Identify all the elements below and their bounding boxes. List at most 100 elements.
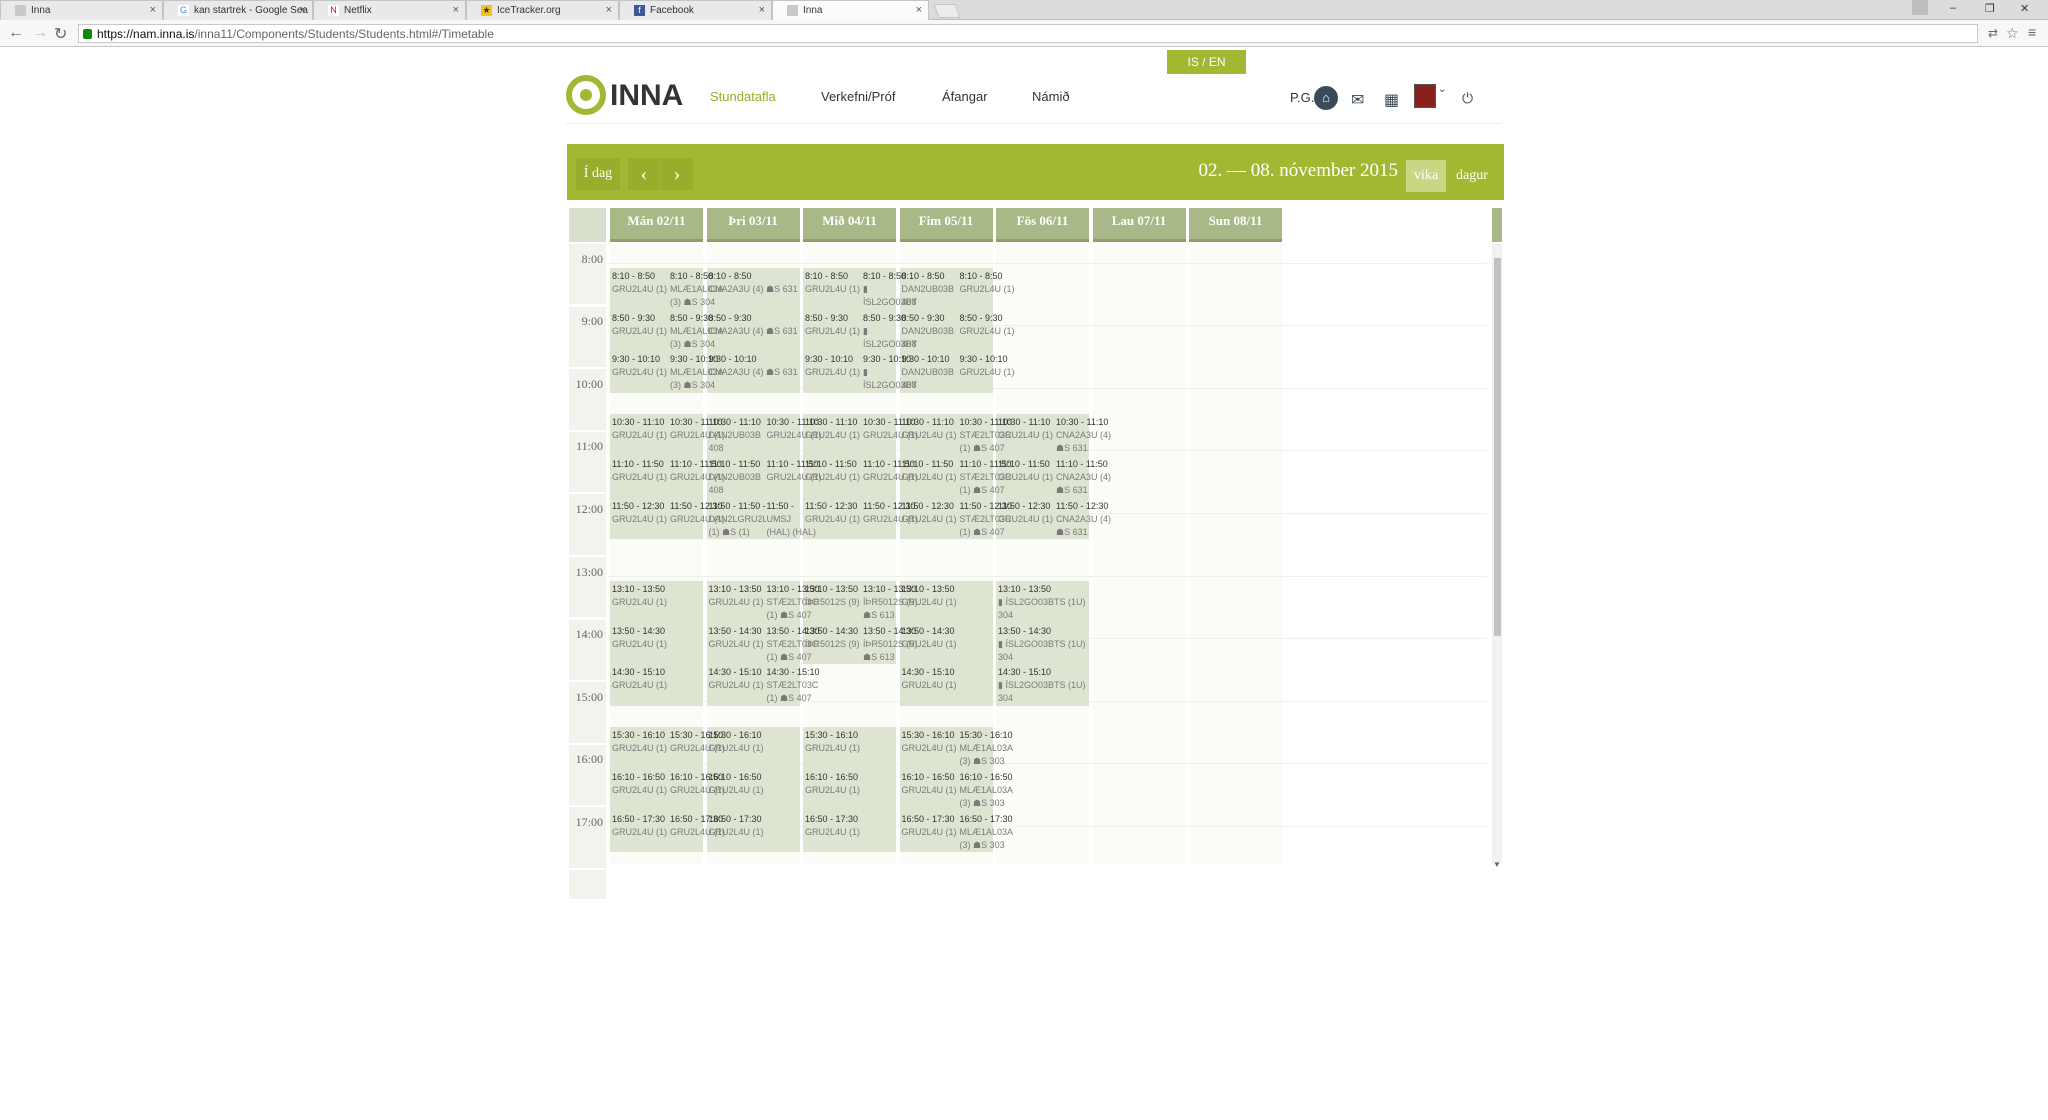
- day-header[interactable]: Lau 07/11: [1092, 208, 1186, 242]
- lesson[interactable]: 11:10 - 11:50 GRU2L4U (1): [612, 458, 669, 484]
- lesson[interactable]: 10:30 - 11:10 GRU2L4U (1): [805, 416, 862, 442]
- scroll-down-arrow-icon[interactable]: ▼: [1493, 860, 1501, 869]
- lesson[interactable]: 15:30 - 16:10 GRU2L4U (1): [902, 729, 959, 755]
- browser-tab[interactable]: ★ IceTracker.org ×: [466, 0, 619, 20]
- back-arrow-icon[interactable]: ←: [8, 24, 24, 42]
- lesson[interactable]: 15:30 - 16:10 GRU2L4U (1): [612, 729, 669, 755]
- lesson[interactable]: 8:50 - 9:30 CNA2A3U (4) ☗S 631: [709, 312, 799, 338]
- power-icon[interactable]: ⏻: [1462, 90, 1473, 107]
- lesson[interactable]: 8:50 - 9:30 DAN2UB03B 408: [902, 312, 959, 351]
- forward-arrow-icon[interactable]: →: [32, 24, 48, 42]
- nav-stundatafla[interactable]: Stundatafla: [710, 89, 776, 104]
- url-input[interactable]: https://nam.inna.is/inna11/Components/St…: [78, 24, 1978, 43]
- lesson[interactable]: 13:10 - 13:50 ▮ ÍSL2GO03BTS (1U) ☗S 304: [998, 583, 1088, 622]
- lesson[interactable]: 16:50 - 17:30 GRU2L4U (1): [805, 813, 862, 839]
- lesson[interactable]: 15:30 - 16:10 MLÆ1AL03A (3) ☗S 303: [960, 729, 1017, 768]
- browser-tab[interactable]: N Netflix ×: [313, 0, 466, 20]
- lesson[interactable]: 11:50 - 12:30 GRU2L4U (1): [998, 500, 1055, 526]
- lesson[interactable]: 8:10 - 8:50 GRU2L4U (1): [805, 270, 862, 296]
- day-header[interactable]: Fim 05/11: [899, 208, 993, 242]
- next-week-button[interactable]: ›: [661, 158, 693, 190]
- lesson[interactable]: 8:50 - 9:30 GRU2L4U (1): [612, 312, 669, 338]
- profile-icon[interactable]: [1912, 0, 1928, 15]
- day-header[interactable]: Mið 04/11: [803, 208, 896, 242]
- lesson[interactable]: 16:50 - 17:30 MLÆ1AL03A (3) ☗S 303: [960, 813, 1017, 852]
- lesson[interactable]: 11:50 - 12:30 GRU2L4U (1): [805, 500, 862, 526]
- day-header[interactable]: Fös 06/11: [996, 208, 1089, 242]
- lesson[interactable]: 13:10 - 13:50 GRU2L4U (1): [902, 583, 959, 609]
- close-tab-icon[interactable]: ×: [606, 4, 612, 16]
- lesson[interactable]: 11:10 - 11:50 GRU2L4U (1): [998, 458, 1055, 484]
- menu-icon[interactable]: ≡: [2028, 24, 2036, 40]
- language-toggle[interactable]: IS / EN: [1167, 50, 1246, 74]
- lesson[interactable]: 15:30 - 16:10 GRU2L4U (1): [805, 729, 862, 755]
- view-week-button[interactable]: vika: [1406, 160, 1446, 192]
- home-icon[interactable]: ⌂: [1314, 86, 1338, 110]
- lesson[interactable]: 10:30 - 11:10 GRU2L4U (1): [998, 416, 1055, 442]
- restore-icon[interactable]: ❐: [1985, 2, 1995, 15]
- lesson[interactable]: 14:30 - 15:10 GRU2L4U (1): [709, 666, 766, 692]
- browser-tab[interactable]: G kan startrek - Google Sea ×: [163, 0, 313, 20]
- reload-icon[interactable]: ↻: [54, 24, 67, 44]
- lesson[interactable]: 8:10 - 8:50 GRU2L4U (1): [960, 270, 1017, 296]
- day-header[interactable]: Mán 02/11: [610, 208, 703, 242]
- day-header[interactable]: Þri 03/11: [706, 208, 800, 242]
- close-tab-icon[interactable]: ×: [453, 4, 459, 16]
- lesson[interactable]: 11:10 - 11:50 GRU2L4U (1): [805, 458, 862, 484]
- scrollbar-thumb[interactable]: [1494, 258, 1501, 636]
- lesson[interactable]: 11:50 - 12:30 CNA2A3U (4) ☗S 631: [1056, 500, 1113, 539]
- today-button[interactable]: Í dag: [576, 158, 620, 190]
- lesson[interactable]: 9:30 - 10:10 CNA2A3U (4) ☗S 631: [709, 353, 799, 379]
- nav-afangar[interactable]: Áfangar: [942, 89, 988, 104]
- translate-icon[interactable]: ⇄: [1988, 26, 1998, 40]
- minimize-icon[interactable]: –: [1950, 2, 1956, 14]
- lesson[interactable]: 9:30 - 10:10 DAN2UB03B 408: [902, 353, 959, 392]
- lesson[interactable]: 9:30 - 10:10 GRU2L4U (1): [612, 353, 669, 379]
- lesson[interactable]: 14:30 - 15:10 GRU2L4U (1): [612, 666, 669, 692]
- mail-icon[interactable]: ✉: [1351, 90, 1364, 110]
- lesson[interactable]: 14:30 - 15:10 STÆ2LT03C (1) ☗S 407: [767, 666, 824, 705]
- lesson[interactable]: 13:10 - 13:50 GRU2L4U (1): [709, 583, 766, 609]
- close-tab-icon[interactable]: ×: [150, 4, 156, 16]
- view-day-button[interactable]: dagur: [1448, 160, 1496, 192]
- lesson[interactable]: 16:50 - 17:30 GRU2L4U (1): [709, 813, 766, 839]
- lesson[interactable]: 13:50 - 14:30 GRU2L4U (1): [709, 625, 766, 651]
- lesson[interactable]: 11:50 - 11:50 - DAN2LGRU2LUMSJ (1) ☗S (1): [709, 500, 766, 539]
- lesson[interactable]: 16:50 - 17:30 GRU2L4U (1): [612, 813, 669, 839]
- lesson[interactable]: 16:10 - 16:50 GRU2L4U (1): [902, 771, 959, 797]
- user-initials[interactable]: P.G.: [1290, 90, 1314, 105]
- browser-tab[interactable]: f Facebook ×: [619, 0, 772, 20]
- close-tab-icon[interactable]: ×: [759, 4, 765, 16]
- lesson[interactable]: 10:30 - 11:10 GRU2L4U (1): [612, 416, 669, 442]
- lesson[interactable]: 8:10 - 8:50 CNA2A3U (4) ☗S 631: [709, 270, 799, 296]
- lesson[interactable]: 10:30 - 11:10 CNA2A3U (4) ☗S 631: [1056, 416, 1113, 455]
- day-header[interactable]: Sun 08/11: [1189, 208, 1282, 242]
- lesson[interactable]: 15:30 - 16:10 GRU2L4U (1): [709, 729, 766, 755]
- lesson[interactable]: 16:10 - 16:50 MLÆ1AL03A (3) ☗S 303: [960, 771, 1017, 810]
- lesson[interactable]: 10:30 - 11:10 DAN2UB03B 408: [709, 416, 766, 455]
- new-tab-button[interactable]: [933, 4, 961, 18]
- prev-week-button[interactable]: ‹: [628, 158, 660, 190]
- chevron-down-icon[interactable]: ⌄: [1438, 84, 1446, 95]
- lesson[interactable]: 8:10 - 8:50 DAN2UB03B 408: [902, 270, 959, 309]
- lesson[interactable]: 10:30 - 11:10 GRU2L4U (1): [902, 416, 959, 442]
- lesson[interactable]: 13:50 - 14:30 ▮ ÍSL2GO03BTS (1U) ☗S 304: [998, 625, 1088, 664]
- nav-verkefni-prof[interactable]: Verkefni/Próf: [821, 89, 895, 104]
- lesson[interactable]: 14:30 - 15:10 GRU2L4U (1): [902, 666, 959, 692]
- lesson[interactable]: 16:10 - 16:50 GRU2L4U (1): [709, 771, 766, 797]
- star-icon[interactable]: ☆: [2006, 25, 2019, 42]
- lesson[interactable]: 11:10 - 11:50 GRU2L4U (1): [902, 458, 959, 484]
- lesson[interactable]: 16:50 - 17:30 GRU2L4U (1): [902, 813, 959, 839]
- close-tab-icon[interactable]: ×: [300, 4, 306, 16]
- lesson[interactable]: 14:30 - 15:10 ▮ ÍSL2GO03BTS (1U) ☗S 304: [998, 666, 1088, 705]
- lesson[interactable]: 16:10 - 16:50 GRU2L4U (1): [612, 771, 669, 797]
- browser-tab[interactable]: Inna ×: [0, 0, 163, 20]
- lesson[interactable]: 8:50 - 9:30 GRU2L4U (1): [805, 312, 862, 338]
- browser-tab-active[interactable]: Inna ×: [772, 0, 929, 20]
- lesson[interactable]: 9:30 - 10:10 GRU2L4U (1): [805, 353, 862, 379]
- lesson[interactable]: 16:10 - 16:50 GRU2L4U (1): [805, 771, 862, 797]
- lesson[interactable]: 13:50 - 14:30 GRU2L4U (1): [612, 625, 669, 651]
- lesson[interactable]: 8:50 - 9:30 GRU2L4U (1): [960, 312, 1017, 338]
- lesson[interactable]: 11:10 - 11:50 DAN2UB03B 408: [709, 458, 766, 497]
- lesson[interactable]: 8:10 - 8:50 GRU2L4U (1): [612, 270, 669, 296]
